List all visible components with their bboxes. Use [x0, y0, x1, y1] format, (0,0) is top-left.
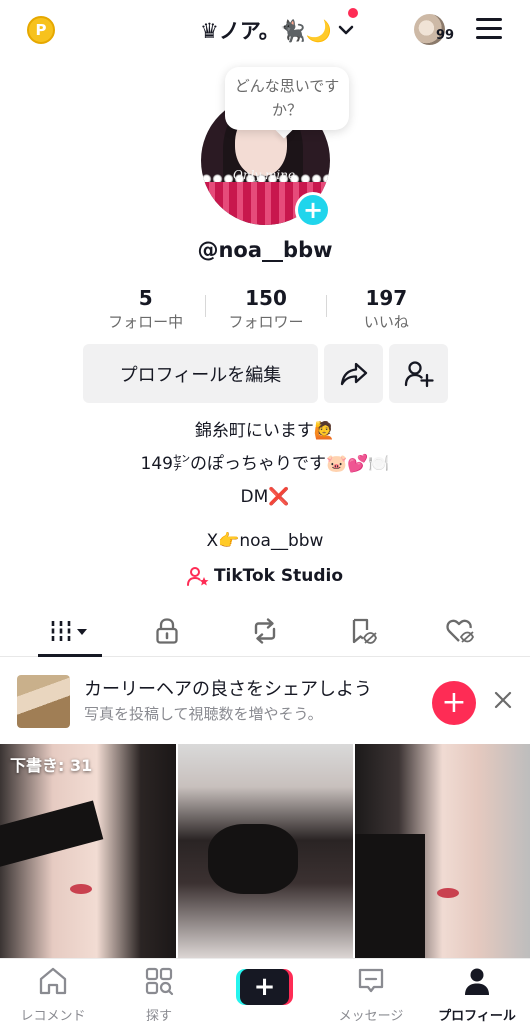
video-grid-icon [51, 621, 87, 641]
promo-add-button[interactable]: + [432, 681, 476, 725]
edit-profile-button[interactable]: プロフィールを編集 [83, 344, 318, 403]
repost-icon [254, 618, 276, 644]
lock-icon [156, 618, 178, 644]
discover-grid-icon [145, 967, 174, 996]
top-bar: P ♛ノア。🐈‍⬛🌙 99 [0, 0, 530, 62]
create-button[interactable]: + [236, 969, 293, 1005]
nav-profile-label: プロフィール [438, 1009, 516, 1024]
stat-followers-label: フォロワー [228, 313, 304, 331]
drafts-label: 下書き: 31 [10, 756, 93, 775]
profile-person-icon [465, 968, 489, 995]
bottom-nav: レコメンド 探す + メッセージ プロフィール [0, 958, 530, 1024]
bio-line: 錦糸町にいます🙋 [194, 421, 336, 441]
add-story-button[interactable]: + [295, 192, 331, 228]
tab-private[interactable] [135, 611, 199, 651]
photo-script: Only mine [233, 168, 296, 182]
nav-discover-label: 探す [145, 1009, 172, 1024]
profile-actions: プロフィールを編集 [83, 344, 448, 404]
profile-stats: 5 フォロー中 150 フォロワー 197 いいね [86, 285, 446, 335]
coin-icon[interactable]: P [27, 16, 55, 44]
username: @noa__bbw [197, 238, 333, 262]
plus-icon: + [240, 969, 289, 1005]
video-grid: 下書き: 31 [0, 744, 530, 958]
account-switcher[interactable]: ♛ノア。🐈‍⬛🌙 [200, 14, 354, 46]
promo-subtitle: 写真を投稿して視聴数を増やそう。 [84, 705, 323, 723]
share-profile-button[interactable] [324, 344, 383, 403]
tab-reposts[interactable] [233, 611, 297, 651]
studio-label: TikTok Studio [213, 566, 344, 586]
stat-likes[interactable]: 197 いいね [327, 285, 446, 335]
thumb-lips [70, 884, 92, 894]
stat-followers-count: 150 [245, 286, 287, 310]
nav-home[interactable]: レコメンド [0, 965, 106, 1024]
bio-link[interactable]: X👉noa__bbw [0, 528, 530, 554]
thumb-hair [208, 824, 298, 894]
thumb-hair [355, 834, 425, 958]
thumb-hair [0, 800, 104, 868]
tab-videos[interactable] [38, 611, 102, 651]
message-icon [358, 968, 384, 993]
notification-dot [348, 8, 358, 18]
nav-home-label: レコメンド [20, 1009, 86, 1024]
thumb-lips [437, 888, 459, 898]
video-thumbnail[interactable] [355, 744, 530, 958]
account-name: ♛ノア。🐈‍⬛🌙 [200, 19, 333, 43]
avatar-badge-count: 99 [436, 28, 455, 43]
video-thumbnail[interactable]: 下書き: 31 [0, 744, 176, 958]
home-icon [39, 967, 67, 995]
chevron-down-icon [338, 25, 354, 35]
stat-following-label: フォロー中 [108, 313, 184, 331]
active-tab-indicator [38, 654, 102, 657]
tiktok-studio-link[interactable]: TikTok Studio [0, 563, 530, 589]
promo-thumbnail [17, 675, 70, 728]
stat-following[interactable]: 5 フォロー中 [86, 285, 205, 335]
nav-discover[interactable]: 探す [106, 965, 212, 1024]
profile-bio: 錦糸町にいます🙋 149㌢のぽっちゃりです🐷💕🍽️ DM❌ [0, 415, 530, 514]
stat-following-count: 5 [138, 286, 153, 310]
close-icon[interactable] [491, 688, 515, 712]
tab-liked[interactable] [428, 611, 492, 651]
add-person-icon [404, 360, 434, 387]
menu-icon[interactable] [476, 18, 502, 40]
stat-likes-label: いいね [363, 313, 409, 331]
bio-line: 149㌢のぽっちゃりです🐷💕🍽️ [140, 454, 390, 474]
status-bubble[interactable]: どんな思いですか？ [225, 67, 349, 130]
promo-title: カーリーヘアの良さをシェアしよう [84, 679, 372, 700]
studio-person-icon [186, 567, 209, 586]
heart-hidden-icon [446, 619, 475, 643]
nav-inbox[interactable]: メッセージ [318, 965, 424, 1024]
video-thumbnail[interactable] [178, 744, 353, 958]
stat-followers[interactable]: 150 フォロワー [206, 285, 325, 335]
bio-line: DM❌ [240, 487, 290, 507]
promo-banner: カーリーヘアの良さをシェアしよう 写真を投稿して視聴数を増やそう。 + [0, 660, 530, 742]
stat-likes-count: 197 [365, 286, 408, 310]
nav-profile[interactable]: プロフィール [424, 965, 530, 1024]
tab-saved[interactable] [331, 611, 395, 651]
share-icon [340, 362, 367, 385]
add-friend-button[interactable] [389, 344, 448, 403]
bookmark-hidden-icon [352, 618, 377, 644]
nav-inbox-label: メッセージ [338, 1009, 404, 1024]
content-tabs [0, 603, 530, 657]
